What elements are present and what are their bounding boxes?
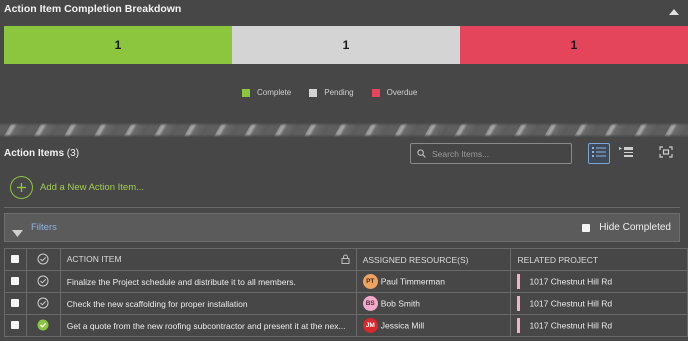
list-view-button[interactable] [588, 143, 610, 164]
legend-label-overdue: Overdue [386, 88, 418, 97]
row-status-cell [25, 270, 61, 293]
pending-status-icon[interactable] [37, 275, 49, 289]
action-item-header-label: ACTION ITEM [66, 253, 122, 264]
row-checkbox[interactable] [11, 298, 20, 307]
lock-icon [341, 254, 350, 266]
search-icon [417, 145, 426, 163]
action-items-title: Action Items [4, 148, 65, 159]
resource-name[interactable]: Bob Smith [381, 299, 420, 309]
expand-icon [659, 145, 673, 163]
table-row[interactable]: Check the new scaffolding for proper ins… [4, 292, 688, 315]
table-row[interactable]: Get a quote from the new roofing subcont… [4, 314, 688, 337]
action-items-table: ACTION ITEM ASSIGNED RESOURCE(S) RELATED… [4, 248, 688, 337]
add-icon[interactable] [10, 176, 33, 199]
legend-label-pending: Pending [324, 88, 354, 97]
detail-view-icon [619, 145, 633, 163]
assigned-resource-cell: JM Jessica Mill [355, 314, 512, 337]
filters-bar: Filters Hide Completed [4, 213, 680, 242]
status-header-cell [25, 248, 61, 271]
complete-segment[interactable]: 1 [4, 26, 232, 64]
detail-view-button[interactable] [615, 143, 637, 164]
filters-caret-down-icon[interactable] [12, 224, 23, 242]
avatar: BS [362, 296, 378, 311]
legend-swatch-pending [309, 88, 318, 97]
project-color-flag [517, 318, 521, 333]
breakdown-legend: Complete Pending Overdue [242, 88, 435, 97]
related-project-cell: 1017 Chestnut Hill Rd [510, 292, 688, 315]
resource-name[interactable]: Paul Timmerman [381, 277, 445, 287]
search-input[interactable] [432, 148, 562, 159]
row-checkbox[interactable] [11, 320, 20, 329]
legend-item-pending: Pending [309, 88, 354, 97]
select-all-checkbox[interactable] [11, 254, 20, 263]
completion-breakdown-bar: 1 1 1 [4, 26, 688, 64]
collapse-chevron-up-icon[interactable] [668, 4, 680, 15]
pending-segment[interactable]: 1 [232, 26, 460, 64]
assigned-resource-cell: BS Bob Smith [355, 292, 512, 315]
list-view-icon [592, 145, 606, 163]
search-box[interactable] [410, 143, 572, 164]
project-name[interactable]: 1017 Chestnut Hill Rd [529, 321, 612, 331]
legend-swatch-overdue [371, 88, 380, 97]
legend-label-complete: Complete [257, 88, 292, 97]
hide-completed-checkbox[interactable] [582, 223, 591, 232]
avatar: PT [362, 274, 378, 289]
related-project-cell: 1017 Chestnut Hill Rd [510, 270, 688, 293]
complete-status-icon[interactable] [37, 319, 49, 333]
add-action-item-link[interactable]: Add a New Action Item... [40, 182, 144, 193]
pending-status-icon[interactable] [37, 297, 49, 311]
row-checkbox[interactable] [11, 276, 20, 285]
action-item-text[interactable]: Check the new scaffolding for proper ins… [59, 292, 357, 315]
related-project-cell: 1017 Chestnut Hill Rd [510, 314, 688, 337]
hide-completed-label: Hide Completed [599, 222, 671, 233]
project-color-flag [517, 274, 521, 289]
overdue-segment[interactable]: 1 [460, 26, 688, 64]
resource-name[interactable]: Jessica Mill [381, 321, 424, 331]
project-name[interactable]: 1017 Chestnut Hill Rd [529, 299, 612, 309]
filters-toggle[interactable]: Filters [31, 222, 57, 233]
column-header-related-project[interactable]: RELATED PROJECT [510, 248, 688, 271]
hide-completed-toggle[interactable]: Hide Completed [582, 222, 671, 233]
legend-item-overdue: Overdue [371, 88, 418, 97]
row-status-cell [25, 292, 61, 315]
row-select-cell [4, 270, 27, 293]
column-header-action-item[interactable]: ACTION ITEM [59, 248, 357, 271]
column-header-assigned-resources[interactable]: ASSIGNED RESOURCE(S) [355, 248, 512, 271]
table-header-row: ACTION ITEM ASSIGNED RESOURCE(S) RELATED… [4, 248, 688, 271]
select-all-cell [4, 248, 27, 271]
status-check-circle-icon [37, 253, 49, 267]
project-name[interactable]: 1017 Chestnut Hill Rd [529, 277, 612, 287]
action-item-text[interactable]: Finalize the Project schedule and distri… [59, 270, 357, 293]
row-select-cell [4, 292, 27, 315]
action-item-text[interactable]: Get a quote from the new roofing subcont… [59, 314, 357, 337]
legend-item-complete: Complete [242, 88, 291, 97]
row-status-cell [25, 314, 61, 337]
section-divider [4, 207, 680, 208]
panel-title: Action Item Completion Breakdown [4, 3, 182, 15]
action-items-heading: Action Items (3) [4, 148, 79, 159]
table-row[interactable]: Finalize the Project schedule and distri… [4, 270, 688, 293]
project-color-flag [517, 296, 521, 311]
legend-swatch-complete [242, 88, 250, 97]
row-select-cell [4, 314, 27, 337]
avatar: JM [362, 318, 378, 333]
fullscreen-button[interactable] [655, 143, 677, 164]
decorative-divider [0, 123, 688, 137]
assigned-resource-cell: PT Paul Timmerman [355, 270, 512, 293]
add-action-item-row[interactable]: Add a New Action Item... [10, 176, 144, 199]
action-items-count: (3) [66, 148, 80, 159]
